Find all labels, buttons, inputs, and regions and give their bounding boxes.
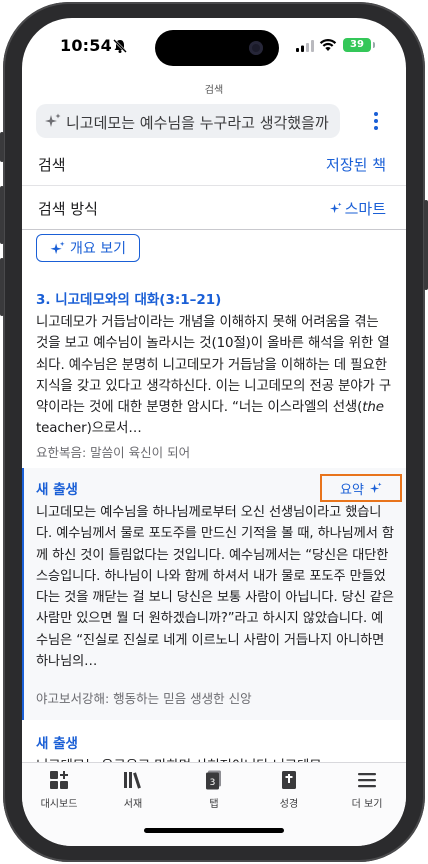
- tab-label: 서재: [123, 799, 143, 810]
- search-result-selected[interactable]: 새 출생 니고데모는 예수님을 하나님께로부터 오신 선생님이라고 했습니다. …: [22, 468, 406, 720]
- volume-up-button: [0, 186, 4, 244]
- bell-muted-icon: [113, 39, 127, 53]
- volume-down-button: [0, 258, 4, 316]
- more-options-icon[interactable]: [366, 110, 386, 132]
- overview-button[interactable]: 개요 보기: [36, 234, 140, 262]
- sparkle-icon: [50, 240, 65, 254]
- tab-label: 탭: [209, 799, 219, 810]
- result-excerpt: 니고데모는 예수님을 하나님께로부터 오신 선생님이라고 했습니다. 예수님께서…: [36, 505, 394, 670]
- signal-icon: [296, 40, 314, 52]
- sparkle-icon: [369, 481, 382, 493]
- status-bar: 10:54 39: [22, 18, 406, 72]
- overview-label: 개요 보기: [70, 241, 126, 257]
- dashboard-icon: [50, 771, 68, 789]
- wifi-icon: [319, 38, 337, 51]
- tab-tabs[interactable]: 3 탭: [179, 769, 249, 810]
- result-source[interactable]: 야고보서강해: 행동하는 믿음 생생한 신앙: [36, 688, 252, 707]
- bottom-tab-bar: 대시보드 서재 3 탭 성경 더 보기: [22, 762, 406, 846]
- tabs-count: 3: [210, 778, 216, 788]
- tabs-icon: 3: [206, 770, 221, 790]
- summary-button[interactable]: 요약: [320, 474, 402, 502]
- tab-library[interactable]: 서재: [98, 769, 168, 810]
- result-excerpt: 니고데모가 거듭남이라는 개념을 이해하지 못해 어려움을 겪는 것을 보고 예…: [36, 315, 392, 437]
- bible-icon: [282, 771, 296, 789]
- summary-label: 요약: [340, 482, 364, 498]
- result-title[interactable]: 새 출생: [36, 732, 78, 752]
- search-scope-value[interactable]: 저장된 책: [326, 154, 386, 175]
- side-button: [0, 132, 4, 162]
- search-input[interactable]: 니고데모는 예수님을 누구라고 생각했을까: [36, 104, 340, 138]
- app-screen: 10:54 39 검색 니고데모는 예수님을 누구라고 생각했을까 검색 저장된…: [22, 18, 406, 846]
- ai-sparkle-icon: [45, 113, 61, 127]
- more-icon: [358, 773, 376, 788]
- search-mode-row[interactable]: 검색 방식 스마트: [22, 186, 406, 230]
- search-scope-label: 검색: [38, 156, 66, 174]
- page-title: 검색: [204, 85, 224, 96]
- result-source[interactable]: 요한복음: 말씀이 육신이 되어: [36, 442, 190, 461]
- result-title[interactable]: 새 출생: [36, 478, 78, 498]
- tab-label: 더 보기: [351, 799, 383, 810]
- home-indicator[interactable]: [144, 828, 284, 833]
- search-mode-text: 스마트: [344, 200, 386, 218]
- library-icon: [124, 772, 141, 789]
- search-mode-label: 검색 방식: [38, 200, 98, 218]
- tab-dashboard[interactable]: 대시보드: [24, 769, 94, 810]
- tab-bible[interactable]: 성경: [254, 769, 324, 810]
- status-time: 10:54: [60, 36, 112, 55]
- power-button: [424, 200, 428, 290]
- tab-label: 성경: [279, 799, 299, 810]
- tab-more[interactable]: 더 보기: [332, 769, 402, 810]
- search-mode-value[interactable]: 스마트: [329, 198, 386, 219]
- battery-tip: [373, 42, 375, 48]
- battery-indicator: 39: [343, 38, 371, 52]
- search-result[interactable]: 3. 니고데모와의 대화(3:1–21) 니고데모가 거듭남이라는 개념을 이해…: [22, 280, 406, 464]
- sparkle-icon: [329, 202, 342, 214]
- result-title[interactable]: 3. 니고데모와의 대화(3:1–21): [36, 288, 221, 308]
- search-scope-row[interactable]: 검색 저장된 책: [22, 142, 406, 186]
- search-query-text: 니고데모는 예수님을 누구라고 생각했을까: [66, 114, 329, 132]
- dynamic-island: [155, 30, 279, 66]
- tab-label: 대시보드: [40, 799, 78, 810]
